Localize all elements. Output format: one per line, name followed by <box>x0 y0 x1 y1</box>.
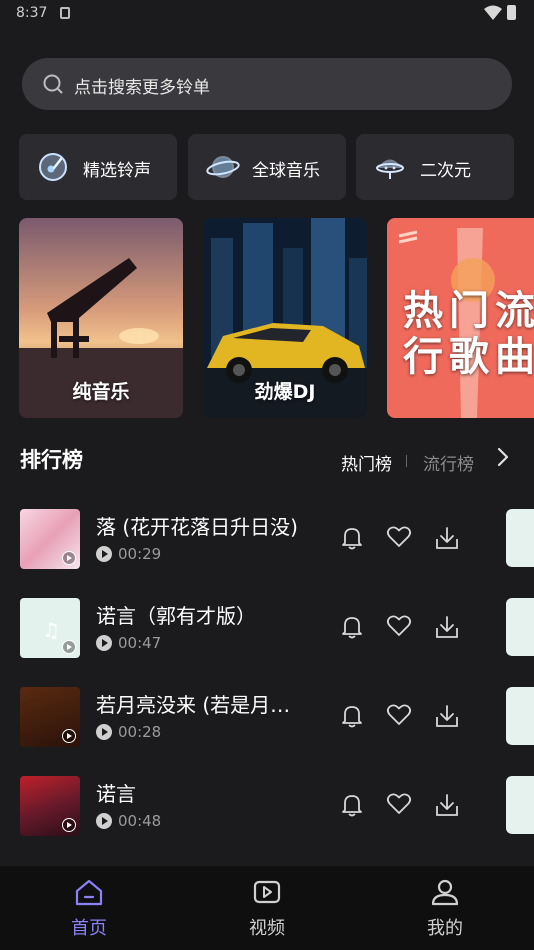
music-disc-icon <box>39 153 67 181</box>
song-row[interactable]: 若月亮没来 (若是月… 00:28 <box>20 687 534 751</box>
next-column-cover[interactable] <box>506 509 534 567</box>
duration-text: 00:48 <box>118 812 162 830</box>
tab-hot-list[interactable]: 热门榜 <box>341 450 392 475</box>
tab-video[interactable]: 视频 <box>207 878 327 940</box>
category-label: 精选铃声 <box>83 161 151 181</box>
music-note-icon: ♫ <box>42 618 60 642</box>
next-column-cover[interactable] <box>506 776 534 834</box>
category-anime[interactable]: 二次元 <box>356 134 514 200</box>
play-icon[interactable] <box>62 729 76 743</box>
bottom-tab-bar: 首页 视频 我的 <box>0 866 534 950</box>
person-icon <box>431 879 459 906</box>
heart-icon[interactable] <box>386 703 412 727</box>
banner-label: 热门流行歌曲 <box>403 288 534 380</box>
banner-label: 劲爆DJ <box>254 381 316 403</box>
duration-text: 00:28 <box>118 723 162 741</box>
banner-label: 纯音乐 <box>72 381 130 403</box>
banner-pure-music[interactable]: 纯音乐 <box>19 218 183 418</box>
tab-label: 我的 <box>427 918 463 939</box>
song-row[interactable]: 落 (花开花落日升日没) 00:29 <box>20 509 534 573</box>
heart-icon[interactable] <box>386 614 412 638</box>
status-bar: 8:37 <box>0 0 534 28</box>
play-icon[interactable] <box>62 640 76 654</box>
song-cover <box>20 687 80 747</box>
tab-home[interactable]: 首页 <box>29 878 149 940</box>
banner-hot-dj[interactable]: 劲爆DJ <box>203 218 367 418</box>
song-cover: ♫ <box>20 598 80 658</box>
heart-icon[interactable] <box>386 525 412 549</box>
song-cover <box>20 509 80 569</box>
song-title: 若月亮没来 (若是月… <box>96 693 291 717</box>
song-row[interactable]: 诺言 00:48 <box>20 776 534 840</box>
song-duration: 00:47 <box>96 634 161 652</box>
play-circle-icon <box>96 635 112 651</box>
tab-profile[interactable]: 我的 <box>385 878 505 940</box>
category-row: 精选铃声 全球音乐 二次元 <box>19 134 515 200</box>
ranking-header: 排行榜 热门榜 流行榜 <box>20 440 514 480</box>
search-icon <box>43 74 63 94</box>
search-bar[interactable]: 点击搜索更多铃单 <box>22 58 512 110</box>
tab-label: 首页 <box>71 918 107 939</box>
play-icon[interactable] <box>62 551 76 565</box>
category-global-music[interactable]: 全球音乐 <box>188 134 346 200</box>
song-title: 诺言 <box>96 782 136 806</box>
category-featured-ringtones[interactable]: 精选铃声 <box>19 134 177 200</box>
song-duration: 00:48 <box>96 812 161 830</box>
play-icon[interactable] <box>62 818 76 832</box>
status-time: 8:37 <box>16 5 48 21</box>
ranking-title: 排行榜 <box>20 448 83 472</box>
download-icon[interactable] <box>434 614 460 640</box>
bell-icon[interactable] <box>340 792 364 818</box>
category-label: 全球音乐 <box>252 161 320 181</box>
sim-icon <box>60 7 70 19</box>
song-row[interactable]: ♫ 诺言（郭有才版） 00:47 <box>20 598 534 662</box>
song-cover <box>20 776 80 836</box>
home-icon <box>75 879 103 906</box>
search-placeholder: 点击搜索更多铃单 <box>74 78 210 98</box>
next-column-cover[interactable] <box>506 598 534 656</box>
battery-icon <box>507 5 516 20</box>
ufo-icon <box>376 159 404 179</box>
banner-popular-songs[interactable]: 热门流行歌曲 <box>387 218 534 418</box>
play-circle-icon <box>96 546 112 562</box>
song-title: 诺言（郭有才版） <box>96 604 256 628</box>
bell-icon[interactable] <box>340 525 364 551</box>
bell-icon[interactable] <box>340 703 364 729</box>
song-title: 落 (花开花落日升日没) <box>96 515 298 539</box>
duration-text: 00:29 <box>118 545 162 563</box>
tab-divider <box>406 455 407 467</box>
play-circle-icon <box>96 724 112 740</box>
download-icon[interactable] <box>434 525 460 551</box>
play-circle-icon <box>96 813 112 829</box>
tab-label: 视频 <box>249 918 285 939</box>
song-duration: 00:28 <box>96 723 161 741</box>
banner-carousel: 纯音乐 劲爆DJ 热门流行歌曲 <box>19 218 534 420</box>
planet-icon <box>206 156 240 178</box>
download-icon[interactable] <box>434 792 460 818</box>
chevron-right-icon[interactable] <box>496 446 510 468</box>
wifi-icon <box>484 5 502 20</box>
next-column-cover[interactable] <box>506 687 534 745</box>
bell-icon[interactable] <box>340 614 364 640</box>
video-icon <box>253 880 281 904</box>
song-duration: 00:29 <box>96 545 161 563</box>
heart-icon[interactable] <box>386 792 412 816</box>
tab-pop-list[interactable]: 流行榜 <box>423 450 474 475</box>
duration-text: 00:47 <box>118 634 162 652</box>
category-label: 二次元 <box>420 161 471 181</box>
download-icon[interactable] <box>434 703 460 729</box>
